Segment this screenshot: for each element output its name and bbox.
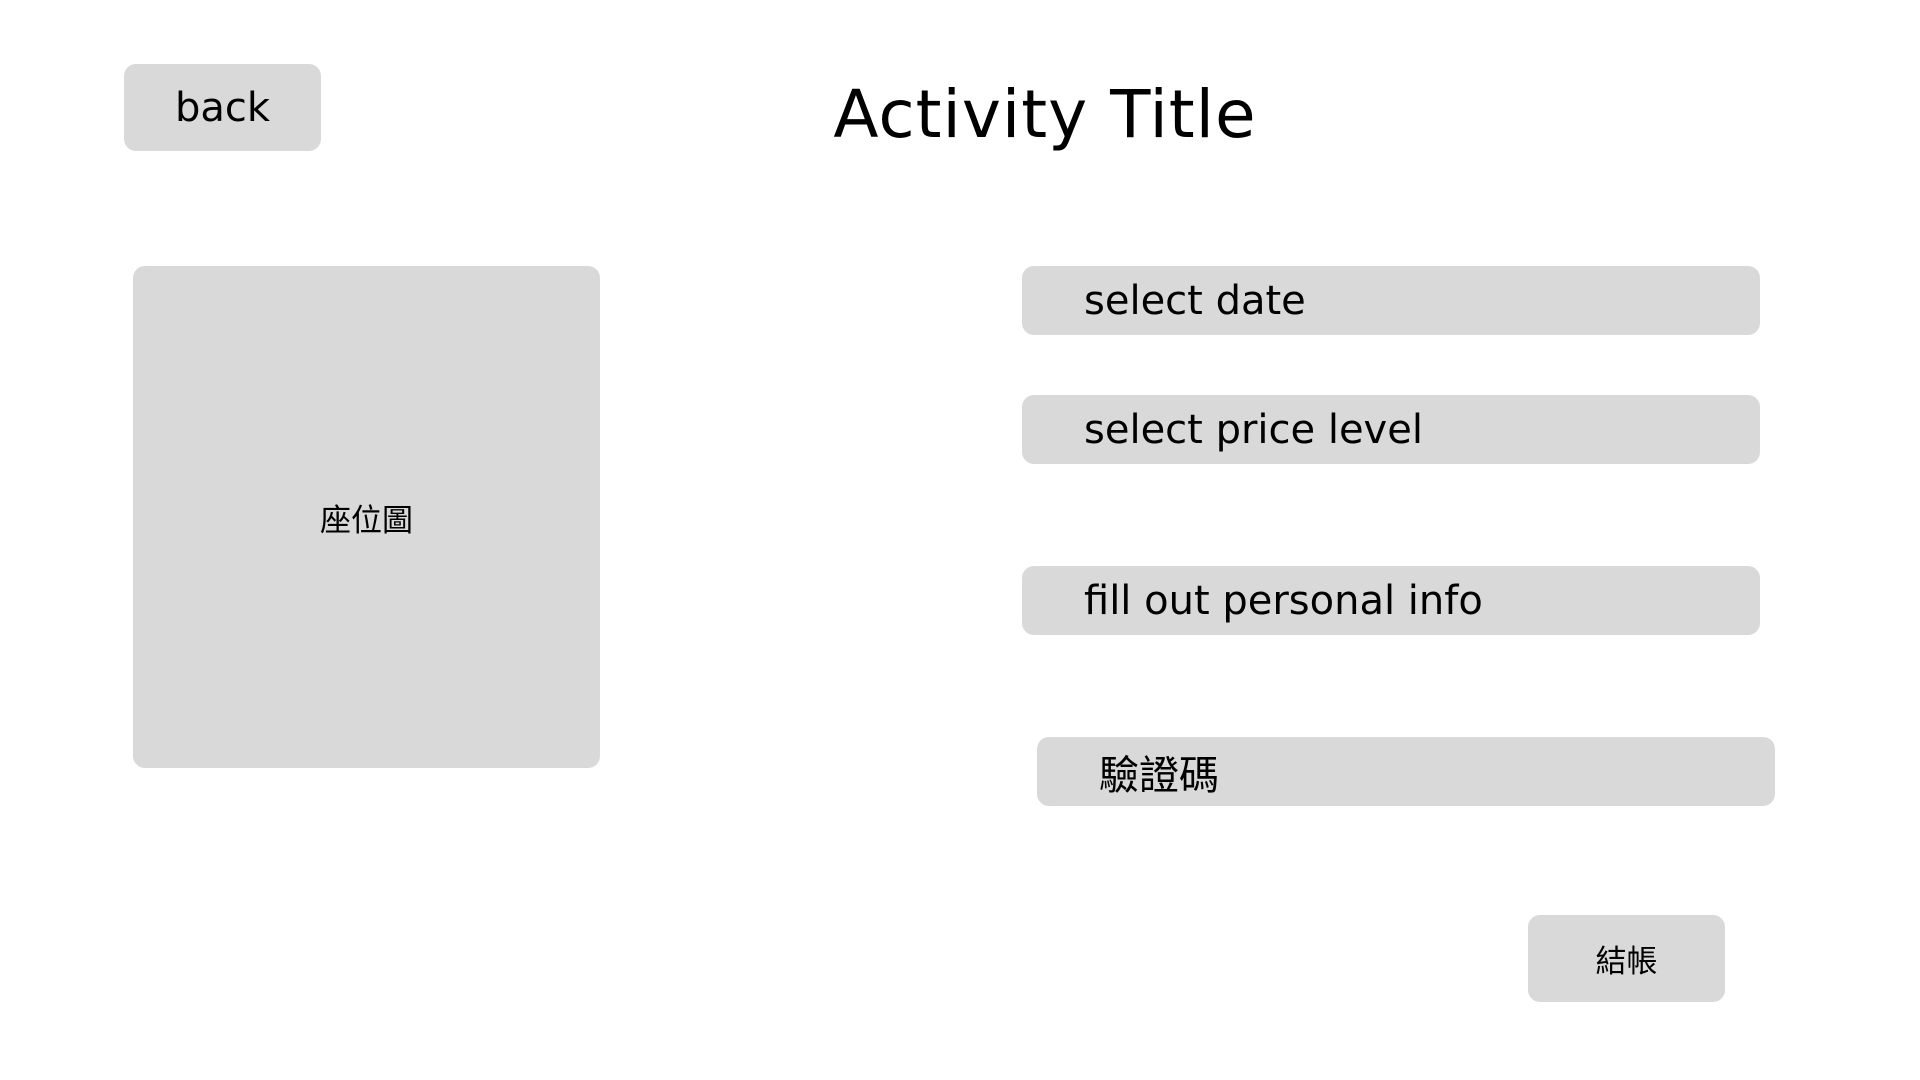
select-date-field[interactable]: select date [1022,266,1760,335]
seat-map[interactable]: 座位圖 [133,266,600,768]
select-price-level-label: select price level [1084,406,1423,453]
personal-info-label: fill out personal info [1084,577,1483,624]
select-price-level-field[interactable]: select price level [1022,395,1760,464]
captcha-field[interactable]: 驗證碼 [1037,737,1775,806]
page-title: Activity Title [833,76,1257,153]
captcha-label: 驗證碼 [1099,752,1219,799]
select-date-label: select date [1084,277,1306,324]
seat-map-label: 座位圖 [320,502,413,539]
checkout-button-label: 結帳 [1595,944,1658,980]
personal-info-field[interactable]: fill out personal info [1022,566,1760,635]
checkout-button[interactable]: 結帳 [1528,915,1725,1002]
